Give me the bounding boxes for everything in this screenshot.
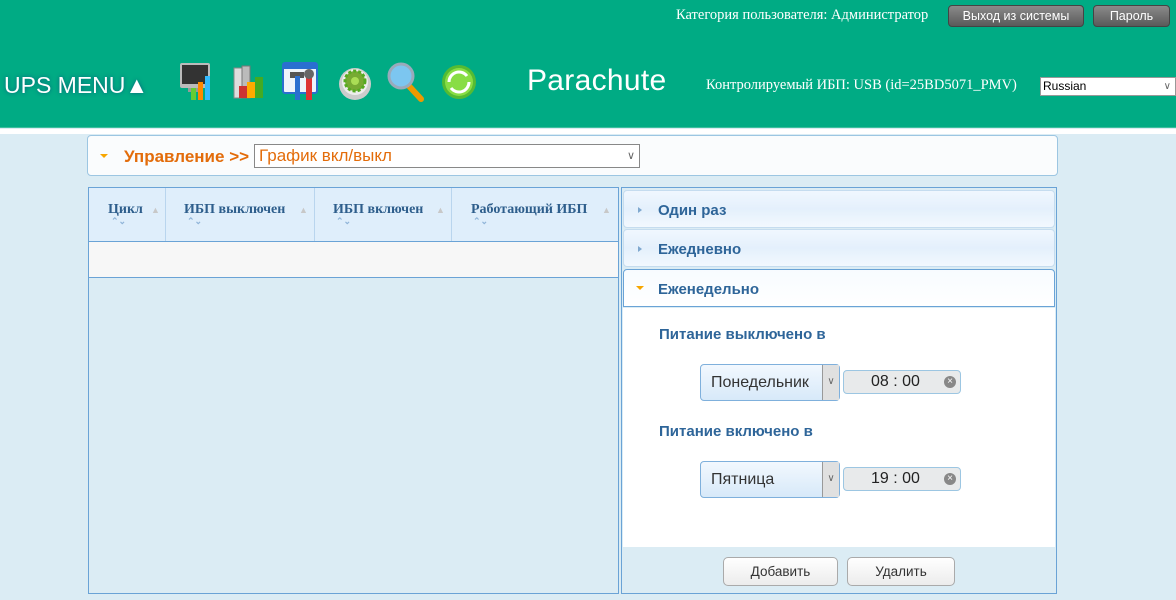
monitor-chart-icon[interactable] (178, 62, 216, 102)
power-on-time-input[interactable]: 19 : 00 × (843, 467, 961, 491)
sort-icon: ⌃⌄ (111, 216, 127, 226)
chevron-down-icon: ∨ (1163, 81, 1171, 92)
time-value: 08 : 00 (871, 373, 920, 390)
section-weekly[interactable]: Еженедельно (623, 269, 1055, 307)
top-header: Категория пользователя: Администратор Вы… (0, 0, 1176, 128)
power-on-label: Питание включено в (659, 423, 813, 440)
search-icon[interactable] (387, 62, 425, 102)
breadcrumb-section: Управление >> (124, 147, 250, 166)
breadcrumb: Управление >> График вкл/выкл ∨ (87, 135, 1058, 176)
column-ups-on[interactable]: ИБП включен ⌃⌄ ▲ (315, 188, 452, 241)
chevron-down-icon: ∨ (822, 462, 839, 497)
weekly-content: Питание выключено в Понедельник ∨ 08 : 00… (623, 308, 1055, 547)
expand-arrow-icon (100, 154, 108, 158)
sort-icon: ⌃⌄ (187, 216, 203, 226)
language-select[interactable]: Russian ∨ (1040, 77, 1176, 96)
sort-icon: ▲ (602, 205, 611, 215)
chevron-down-icon: ∨ (626, 150, 635, 162)
page-select[interactable]: График вкл/выкл ∨ (254, 144, 640, 168)
delete-button[interactable]: Удалить (847, 557, 955, 586)
sort-icon: ▲ (151, 205, 160, 215)
schedule-table: Цикл ⌃⌄ ▲ ИБП выключен ⌃⌄ ▲ ИБП включен ⌃⌄ ▲ Р… (88, 187, 619, 594)
monitored-ups: Контролируемый ИБП: USB (id=25BD5071_PMV… (706, 77, 1017, 93)
power-off-day-select[interactable]: Понедельник ∨ (700, 364, 840, 401)
language-value: Russian (1043, 79, 1087, 93)
logout-button[interactable]: Выход из системы (948, 5, 1084, 27)
clear-icon[interactable]: × (944, 376, 956, 388)
power-off-label: Питание выключено в (659, 326, 826, 343)
ups-menu-toggle[interactable]: UPS MENU▲ (4, 72, 148, 99)
section-label: Ежедневно (658, 241, 742, 258)
password-button[interactable]: Пароль (1093, 5, 1170, 27)
sort-icon: ⌃⌄ (473, 216, 489, 226)
column-ups-off[interactable]: ИБП выключен ⌃⌄ ▲ (166, 188, 315, 241)
column-cycle[interactable]: Цикл ⌃⌄ ▲ (89, 188, 166, 241)
chevron-down-icon: ∨ (822, 365, 839, 400)
section-daily[interactable]: Ежедневно (623, 229, 1055, 267)
sort-icon: ⌃⌄ (336, 216, 352, 226)
day-value: Понедельник (711, 374, 809, 391)
sort-icon: ▲ (436, 205, 445, 215)
refresh-icon[interactable] (440, 62, 478, 102)
table-header: Цикл ⌃⌄ ▲ ИБП выключен ⌃⌄ ▲ ИБП включен ⌃⌄ ▲ Р… (89, 188, 618, 242)
table-row (89, 242, 618, 278)
collapsed-arrow-icon (638, 246, 642, 252)
clear-icon[interactable]: × (944, 473, 956, 485)
expanded-arrow-icon (636, 286, 644, 290)
books-chart-icon[interactable] (232, 62, 270, 102)
schedule-panel: Один раз Ежедневно Еженедельно Питание в… (621, 187, 1057, 594)
day-value: Пятница (711, 471, 775, 488)
page-select-value: График вкл/выкл (259, 146, 392, 165)
sort-icon: ▲ (299, 205, 308, 215)
gear-icon[interactable] (337, 62, 375, 102)
tools-icon[interactable] (282, 62, 320, 102)
time-value: 19 : 00 (871, 470, 920, 487)
add-button[interactable]: Добавить (723, 557, 838, 586)
column-running-ups[interactable]: Работающий ИБП ⌃⌄ ▲ (452, 188, 618, 241)
section-label: Один раз (658, 202, 727, 219)
column-label: Работающий ИБП (471, 202, 588, 217)
collapsed-arrow-icon (638, 207, 642, 213)
header-divider (0, 129, 1176, 134)
parachute-logo: Parachute (527, 64, 667, 97)
power-on-day-select[interactable]: Пятница ∨ (700, 461, 840, 498)
user-category: Категория пользователя: Администратор (676, 7, 929, 23)
power-off-time-input[interactable]: 08 : 00 × (843, 370, 961, 394)
section-label: Еженедельно (658, 281, 760, 298)
section-once[interactable]: Один раз (623, 190, 1055, 228)
